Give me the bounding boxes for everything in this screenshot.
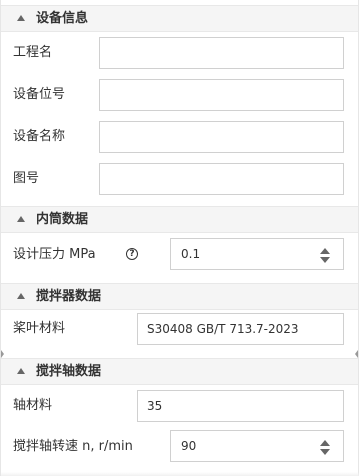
shaft-speed-value: 90 [181, 439, 197, 453]
resize-handle-left-icon[interactable] [1, 350, 4, 358]
spinner-down-icon[interactable] [320, 449, 330, 455]
shaft-material-input[interactable]: 35 [137, 390, 344, 422]
shaft-speed-label: 搅拌轴转速 n, r/min [13, 439, 133, 454]
shaft-material-label: 轴材料 [13, 398, 53, 413]
equipment-tag-input[interactable] [99, 79, 344, 111]
section-title: 设备信息 [36, 11, 89, 26]
section-header-agitator-shaft[interactable]: 搅拌轴数据 [1, 358, 358, 385]
section-title: 内筒数据 [36, 212, 89, 227]
collapse-triangle-icon[interactable] [17, 368, 25, 374]
drawing-number-input[interactable] [99, 163, 344, 195]
section-header-agitator[interactable]: 搅拌器数据 [1, 283, 358, 310]
project-name-input[interactable] [99, 37, 344, 69]
collapse-triangle-icon[interactable] [17, 216, 25, 222]
help-icon[interactable]: ? [126, 248, 138, 260]
project-name-label: 工程名 [13, 45, 53, 60]
design-pressure-label: 设计压力 MPa [13, 247, 96, 262]
spinner-down-icon[interactable] [320, 257, 330, 263]
section-title: 搅拌轴数据 [36, 364, 102, 379]
spinner-up-icon[interactable] [320, 248, 330, 254]
collapse-triangle-icon[interactable] [17, 15, 25, 21]
blade-material-input[interactable]: S30408 GB/T 713.7-2023 [137, 313, 344, 345]
design-pressure-spinner[interactable]: 0.1 [170, 238, 344, 270]
scroll-fade [1, 472, 359, 476]
collapse-triangle-icon[interactable] [17, 293, 25, 299]
shaft-speed-spinner[interactable]: 90 [170, 430, 344, 462]
section-title: 搅拌器数据 [36, 289, 102, 304]
section-header-equipment-info[interactable]: 设备信息 [1, 5, 358, 32]
equipment-tag-label: 设备位号 [13, 87, 66, 102]
blade-material-label: 桨叶材料 [13, 321, 66, 336]
design-pressure-value: 0.1 [181, 247, 201, 261]
properties-panel: 设备信息 工程名 设备位号 设备名称 图号 内筒数据 设计压力 MPa ? 0.… [0, 0, 359, 476]
resize-handle-right-icon[interactable] [355, 350, 358, 358]
equipment-name-label: 设备名称 [13, 129, 66, 144]
equipment-name-input[interactable] [99, 121, 344, 153]
drawing-number-label: 图号 [13, 171, 40, 186]
spinner-up-icon[interactable] [320, 440, 330, 446]
section-header-inner-vessel[interactable]: 内筒数据 [1, 206, 358, 233]
